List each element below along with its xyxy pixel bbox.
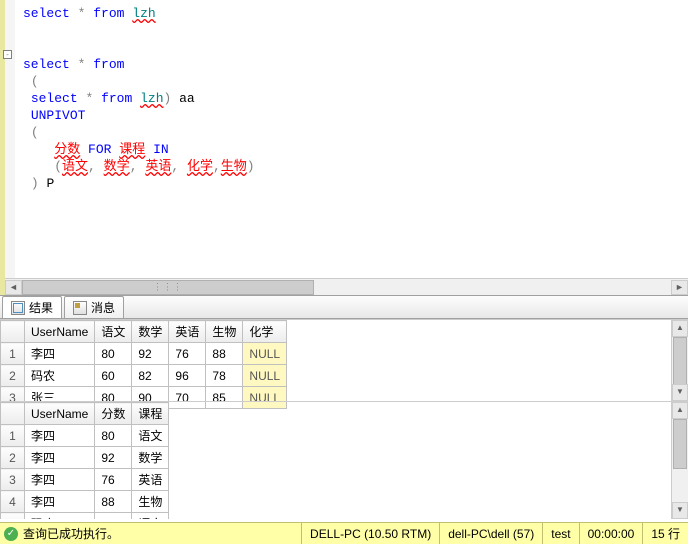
sql-editor-pane[interactable]: - select * from lzh select * from ( sele… bbox=[0, 0, 688, 295]
tab-results-label: 结果 bbox=[29, 299, 53, 316]
scroll-track[interactable]: ⋮⋮⋮ bbox=[22, 280, 671, 295]
table-row: 1李四80语文 bbox=[1, 425, 169, 447]
success-icon: ✓ bbox=[4, 527, 18, 541]
results-area: UserName 语文 数学 英语 生物 化学 1李四80927688NULL … bbox=[0, 319, 688, 519]
scroll-up-arrow[interactable]: ▲ bbox=[672, 320, 688, 337]
status-rows: 15 行 bbox=[642, 523, 688, 544]
grid-corner[interactable] bbox=[1, 403, 25, 425]
scroll-up-arrow[interactable]: ▲ bbox=[672, 402, 688, 419]
tab-messages[interactable]: 消息 bbox=[64, 296, 124, 318]
col-header[interactable]: UserName bbox=[25, 403, 95, 425]
col-header[interactable]: 生物 bbox=[206, 321, 243, 343]
editor-hscrollbar[interactable]: ◄ ⋮⋮⋮ ► bbox=[5, 278, 688, 295]
table-row: 4李四88生物 bbox=[1, 491, 169, 513]
grid-corner[interactable] bbox=[1, 321, 25, 343]
status-message: 查询已成功执行。 bbox=[23, 525, 119, 542]
grid1-vscrollbar[interactable]: ▲ ▼ bbox=[671, 320, 688, 401]
scroll-thumb[interactable] bbox=[673, 337, 687, 387]
collapse-toggle[interactable]: - bbox=[3, 50, 12, 59]
result-grid-2-wrap: UserName 分数 课程 1李四80语文 2李四92数学 3李四76英语 4… bbox=[0, 401, 688, 519]
scroll-down-arrow[interactable]: ▼ bbox=[672, 384, 688, 401]
status-database: test bbox=[542, 523, 578, 544]
grid2-vscrollbar[interactable]: ▲ ▼ bbox=[671, 402, 688, 519]
result-grid-1[interactable]: UserName 语文 数学 英语 生物 化学 1李四80927688NULL … bbox=[0, 320, 287, 409]
scroll-left-arrow[interactable]: ◄ bbox=[5, 280, 22, 295]
table-row: 2码农60829678NULL bbox=[1, 365, 287, 387]
results-tabstrip: 结果 消息 bbox=[0, 295, 688, 319]
status-bar: ✓ 查询已成功执行。 DELL-PC (10.50 RTM) dell-PC\d… bbox=[0, 522, 688, 544]
result-grid-1-wrap: UserName 语文 数学 英语 生物 化学 1李四80927688NULL … bbox=[0, 319, 688, 401]
grid-icon bbox=[11, 301, 25, 315]
sql-code[interactable]: select * from lzh select * from ( select… bbox=[5, 0, 688, 192]
col-header[interactable]: 数学 bbox=[132, 321, 169, 343]
col-header[interactable]: 语文 bbox=[95, 321, 132, 343]
scroll-right-arrow[interactable]: ► bbox=[671, 280, 688, 295]
col-header[interactable]: 课程 bbox=[132, 403, 169, 425]
tab-results[interactable]: 结果 bbox=[2, 296, 62, 318]
col-header[interactable]: UserName bbox=[25, 321, 95, 343]
tab-messages-label: 消息 bbox=[91, 299, 115, 316]
result-grid-2[interactable]: UserName 分数 课程 1李四80语文 2李四92数学 3李四76英语 4… bbox=[0, 402, 169, 519]
col-header[interactable]: 英语 bbox=[169, 321, 206, 343]
status-user: dell-PC\dell (57) bbox=[439, 523, 542, 544]
col-header[interactable]: 分数 bbox=[95, 403, 132, 425]
table-row: 5码农60语文 bbox=[1, 513, 169, 520]
table-row: 3李四76英语 bbox=[1, 469, 169, 491]
scroll-thumb[interactable]: ⋮⋮⋮ bbox=[22, 280, 314, 295]
table-row: 1李四80927688NULL bbox=[1, 343, 287, 365]
status-time: 00:00:00 bbox=[579, 523, 643, 544]
messages-icon bbox=[73, 301, 87, 315]
scroll-down-arrow[interactable]: ▼ bbox=[672, 502, 688, 519]
table-row: 2李四92数学 bbox=[1, 447, 169, 469]
scroll-thumb[interactable] bbox=[673, 419, 687, 469]
editor-gutter bbox=[5, 0, 15, 295]
status-server: DELL-PC (10.50 RTM) bbox=[301, 523, 439, 544]
col-header[interactable]: 化学 bbox=[243, 321, 287, 343]
